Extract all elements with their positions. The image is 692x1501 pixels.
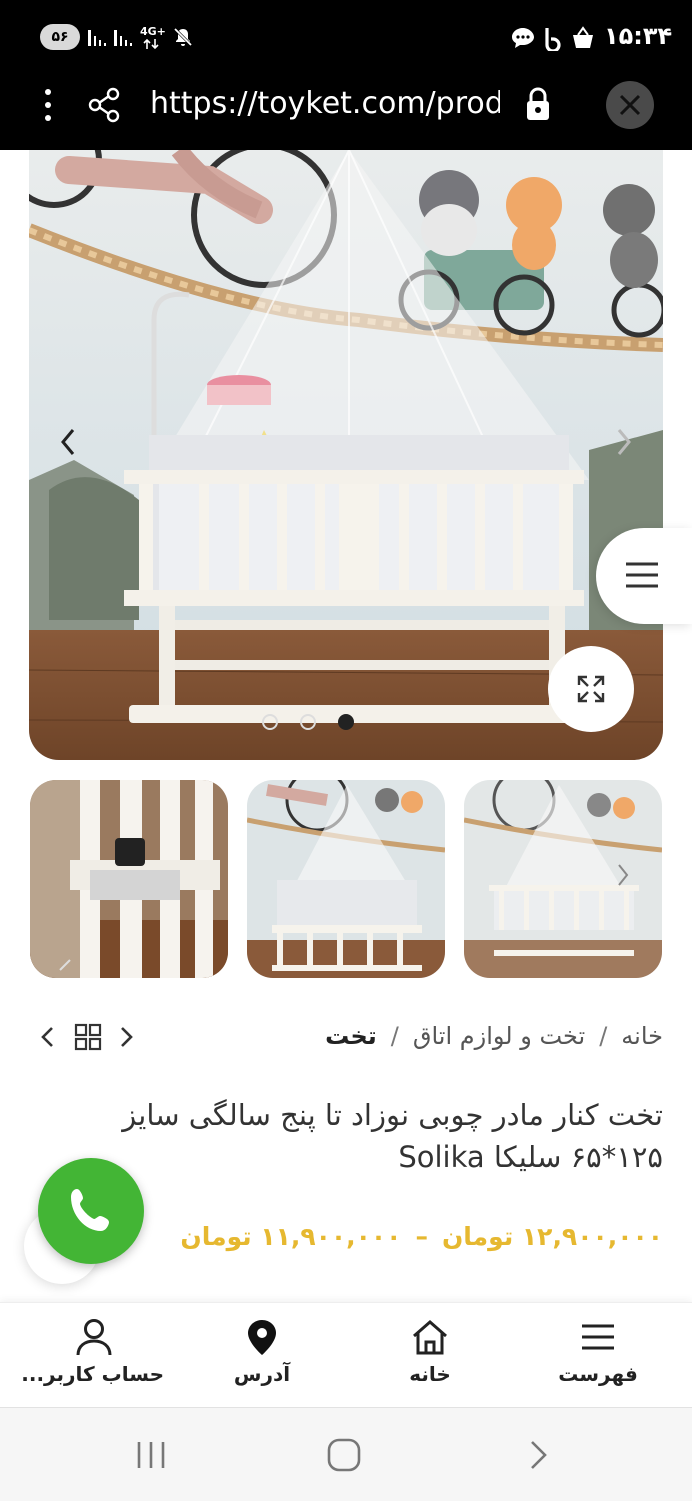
recent-apps-icon[interactable]	[134, 1438, 168, 1472]
next-product-icon[interactable]	[114, 1022, 140, 1052]
expand-icon	[577, 675, 605, 703]
call-button[interactable]	[38, 1158, 144, 1264]
nav-home-label: خانه	[409, 1362, 451, 1386]
back-icon[interactable]	[524, 1438, 552, 1472]
mute-icon	[173, 27, 193, 47]
gallery-dot-active[interactable]	[338, 714, 354, 730]
close-tab-button[interactable]	[606, 81, 654, 129]
close-icon	[619, 94, 641, 116]
price-low: ۱۱,۹۰۰,۰۰۰ تومان	[180, 1222, 402, 1251]
thumbnail-2[interactable]	[247, 780, 445, 978]
share-icon[interactable]	[86, 86, 122, 124]
data-arrows-icon	[143, 38, 159, 50]
nav-menu[interactable]: فهرست	[528, 1318, 668, 1398]
user-icon	[76, 1319, 112, 1356]
status-time: ۱۵:۳۴	[604, 22, 673, 50]
lock-icon	[527, 87, 549, 120]
phone-icon	[71, 1189, 109, 1231]
breadcrumb: خانه/تخت و لوازم اتاق/تخت	[325, 1022, 663, 1050]
gallery-dot[interactable]	[300, 714, 316, 730]
nav-menu-label: فهرست	[558, 1362, 638, 1386]
home-button-icon[interactable]	[326, 1437, 362, 1473]
price-separator: –	[415, 1222, 428, 1251]
nav-home[interactable]: خانه	[360, 1318, 500, 1398]
more-vertical-icon[interactable]	[36, 86, 60, 124]
nav-account[interactable]: حساب کاربر...	[21, 1318, 164, 1398]
product-navigation	[34, 1020, 144, 1054]
thumbnail-image	[30, 780, 228, 978]
battery-indicator: ۵۶	[40, 24, 80, 50]
menu-icon	[626, 562, 658, 588]
fullscreen-button[interactable]	[548, 646, 634, 732]
thumbnail-1[interactable]	[30, 780, 228, 978]
nav-address-label: آدرس	[233, 1362, 291, 1386]
nav-address[interactable]: آدرس	[192, 1318, 332, 1398]
grid-icon[interactable]	[74, 1023, 102, 1051]
price-high: ۱۲,۹۰۰,۰۰۰ تومان	[441, 1222, 663, 1251]
side-menu-button[interactable]	[596, 528, 692, 624]
gallery-dot[interactable]	[262, 714, 278, 730]
thumbnail-image	[464, 780, 662, 978]
chat-icon	[512, 28, 534, 48]
location-pin-icon	[248, 1320, 276, 1355]
signal-icon	[114, 30, 132, 46]
menu-icon	[582, 1324, 614, 1350]
b-app-icon	[545, 28, 561, 51]
network-type: 4G+	[140, 25, 166, 38]
previous-product-icon[interactable]	[34, 1022, 60, 1052]
gallery-dots[interactable]	[258, 712, 358, 732]
signal-icon	[88, 30, 106, 46]
url-field[interactable]: https://toyket.com/product	[150, 84, 500, 124]
shopping-bag-icon	[573, 26, 593, 48]
thumbnail-image	[247, 780, 445, 978]
nav-account-label: حساب کاربر...	[21, 1362, 164, 1386]
home-icon	[413, 1320, 447, 1355]
breadcrumb-category[interactable]: تخت و لوازم اتاق	[413, 1022, 585, 1050]
product-price: ۱۲,۹۰۰,۰۰۰ تومان–۱۱,۹۰۰,۰۰۰ تومان	[180, 1222, 663, 1251]
breadcrumb-current: تخت	[325, 1022, 377, 1050]
breadcrumb-home[interactable]: خانه	[621, 1022, 663, 1050]
thumbnail-3[interactable]	[464, 780, 662, 978]
